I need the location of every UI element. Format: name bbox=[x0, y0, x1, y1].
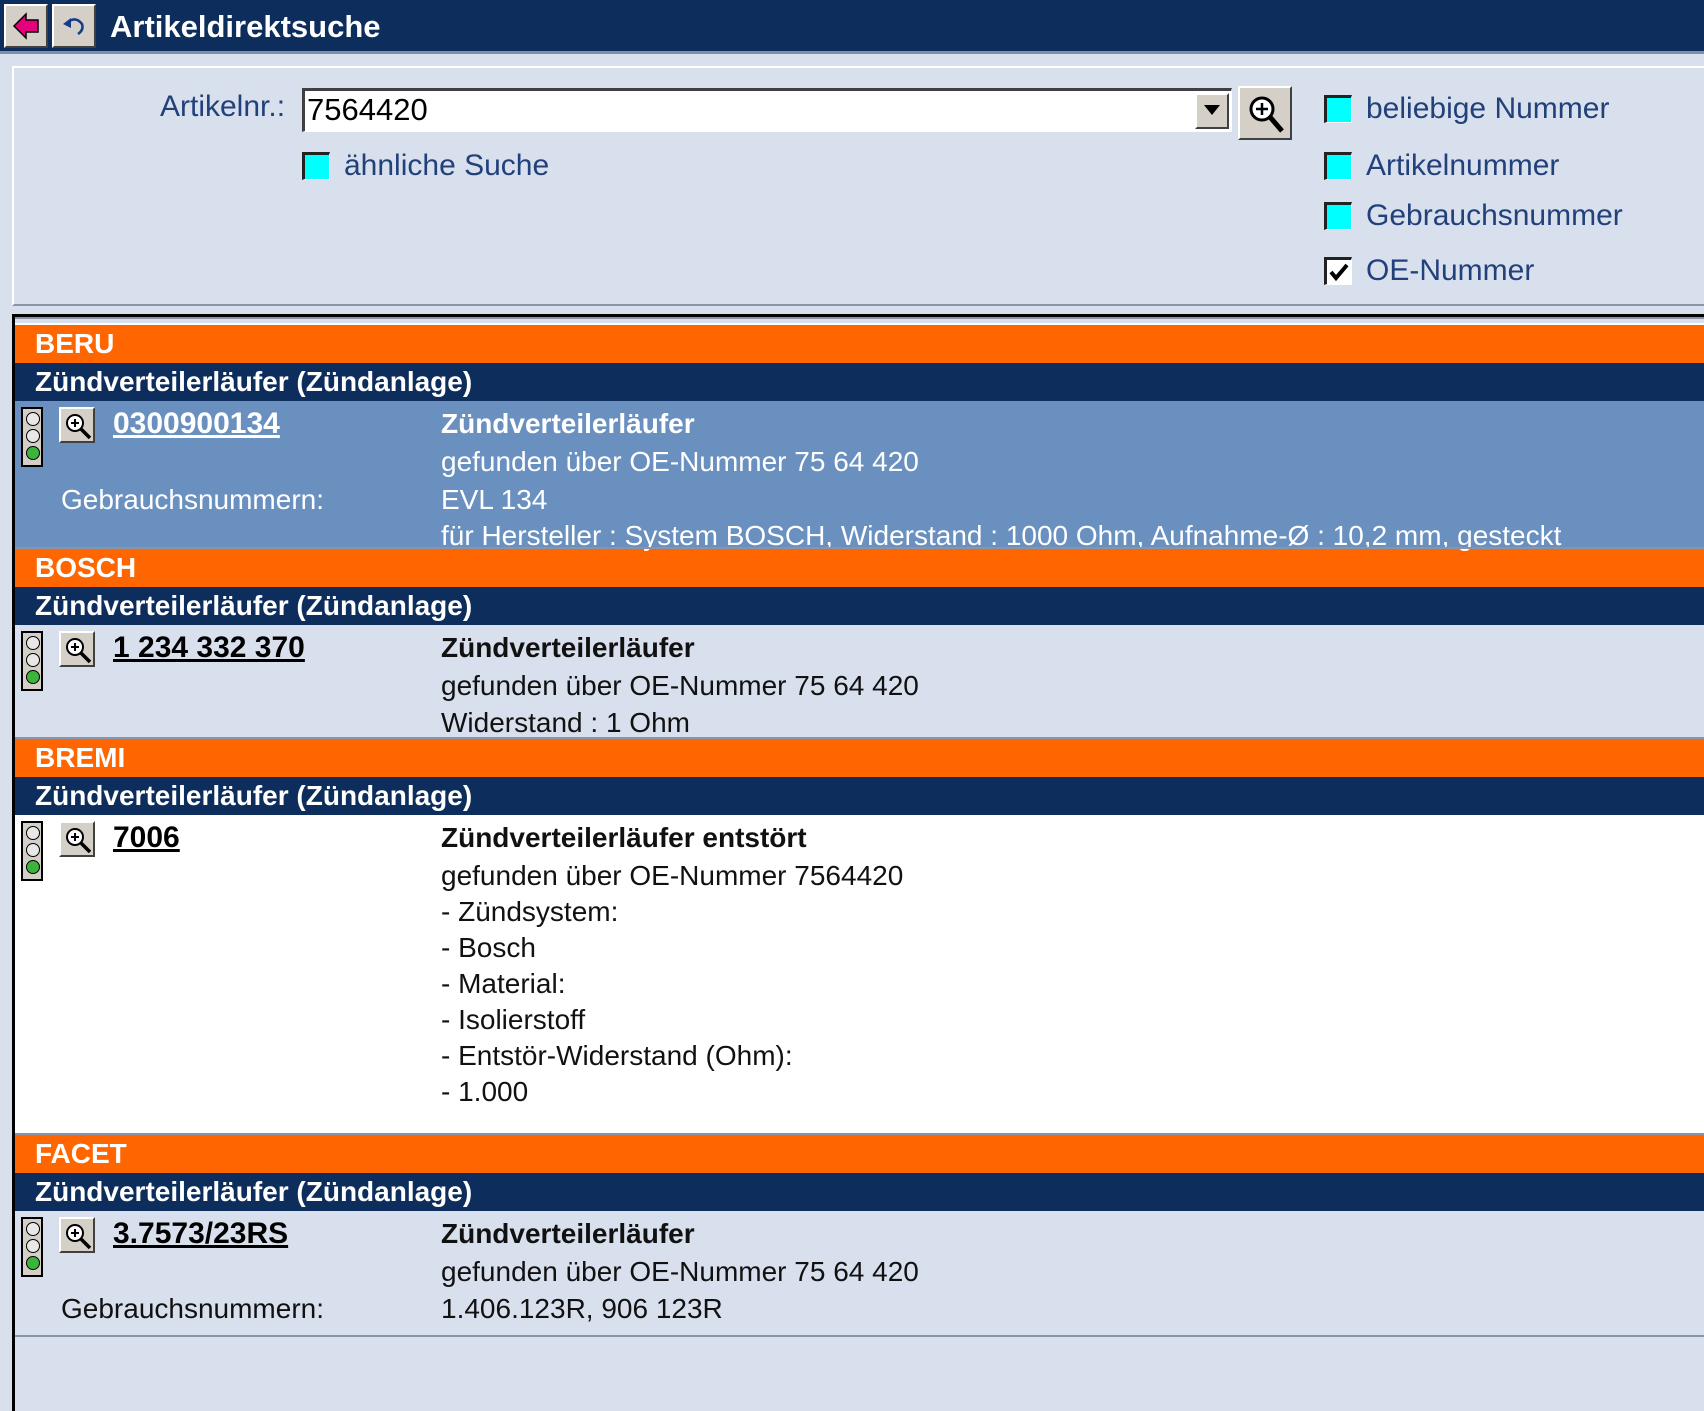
article-number-input[interactable] bbox=[307, 91, 1197, 129]
undo-icon bbox=[63, 18, 84, 36]
magnifier-icon bbox=[66, 828, 92, 854]
brand-header: BOSCH bbox=[15, 549, 1704, 587]
article-info-line: gefunden über OE-Nummer 75 64 420 bbox=[441, 446, 919, 477]
article-row[interactable]: 0300900134 Zündverteilerläufer gefunden … bbox=[15, 401, 1704, 551]
undo-button[interactable] bbox=[52, 4, 96, 48]
divider bbox=[15, 547, 1704, 549]
divider bbox=[15, 1133, 1704, 1135]
article-info-line: gefunden über OE-Nummer 75 64 420 bbox=[441, 670, 919, 701]
article-name: Zündverteilerläufer bbox=[441, 1218, 695, 1249]
magnifier-icon bbox=[66, 1224, 92, 1250]
article-name: Zündverteilerläufer bbox=[441, 408, 695, 439]
article-info-line: - Material: bbox=[441, 968, 566, 999]
article-number-field[interactable] bbox=[302, 88, 1232, 132]
availability-traffic-light-icon bbox=[21, 1217, 43, 1277]
back-arrow-icon bbox=[12, 12, 39, 40]
article-details-button[interactable] bbox=[59, 821, 95, 857]
chevron-down-icon bbox=[1204, 105, 1220, 115]
article-info-line: - 1.000 bbox=[441, 1076, 529, 1107]
article-info-line: - Zündsystem: bbox=[441, 896, 619, 927]
brand-header: BREMI bbox=[15, 739, 1704, 777]
article-number-label: Artikelnr.: bbox=[160, 90, 286, 123]
article-details-button[interactable] bbox=[59, 631, 95, 667]
similar-search-checkbox[interactable] bbox=[302, 152, 330, 180]
article-name: Zündverteilerläufer bbox=[441, 632, 695, 663]
usage-number-label: Gebrauchsnummer bbox=[1366, 199, 1623, 232]
product-group-header: Zündverteilerläufer (Zündanlage) bbox=[15, 587, 1704, 625]
magnifier-icon bbox=[66, 638, 92, 664]
article-details-button[interactable] bbox=[59, 1217, 95, 1253]
article-info-line: Widerstand : 1 Ohm bbox=[441, 707, 690, 738]
article-name: Zündverteilerläufer entstört bbox=[441, 822, 807, 853]
article-info-line: EVL 134 bbox=[441, 484, 548, 515]
product-group-header: Zündverteilerläufer (Zündanlage) bbox=[15, 363, 1704, 401]
article-number-option-label: Artikelnummer bbox=[1366, 149, 1560, 182]
divider bbox=[15, 317, 1704, 325]
divider bbox=[15, 737, 1704, 739]
availability-traffic-light-icon bbox=[21, 631, 43, 691]
product-group-header: Zündverteilerläufer (Zündanlage) bbox=[15, 777, 1704, 815]
product-group-header: Zündverteilerläufer (Zündanlage) bbox=[15, 1173, 1704, 1211]
checkmark-icon bbox=[1329, 263, 1349, 282]
article-row[interactable]: 3.7573/23RS Zündverteilerläufer gefunden… bbox=[15, 1211, 1704, 1337]
divider bbox=[15, 1335, 1704, 1337]
window-title: Artikeldirektsuche bbox=[110, 9, 381, 44]
similar-search-label: ähnliche Suche bbox=[344, 149, 550, 182]
article-number-link[interactable]: 7006 bbox=[113, 819, 180, 857]
article-row[interactable]: 1 234 332 370 Zündverteilerläufer gefund… bbox=[15, 625, 1704, 739]
availability-traffic-light-icon bbox=[21, 407, 43, 467]
article-info-line: gefunden über OE-Nummer 75 64 420 bbox=[441, 1256, 919, 1287]
article-number-link[interactable]: 0300900134 bbox=[113, 405, 280, 443]
history-dropdown-button[interactable] bbox=[1195, 93, 1229, 129]
any-number-label: beliebige Nummer bbox=[1366, 92, 1610, 125]
article-row[interactable]: 7006 Zündverteilerläufer entstört gefund… bbox=[15, 815, 1704, 1135]
brand-header: FACET bbox=[15, 1135, 1704, 1173]
article-number-link[interactable]: 1 234 332 370 bbox=[113, 629, 305, 667]
article-info-line: 1.406.123R, 906 123R bbox=[441, 1293, 723, 1324]
oe-number-label: OE-Nummer bbox=[1366, 254, 1535, 287]
usage-numbers-label: Gebrauchsnummern: bbox=[61, 1293, 325, 1324]
article-number-checkbox[interactable] bbox=[1324, 152, 1352, 180]
availability-traffic-light-icon bbox=[21, 821, 43, 881]
back-button[interactable] bbox=[4, 4, 48, 48]
any-number-checkbox[interactable] bbox=[1324, 95, 1352, 123]
oe-number-checkbox[interactable] bbox=[1324, 257, 1352, 285]
article-details-button[interactable] bbox=[59, 407, 95, 443]
article-number-link[interactable]: 3.7573/23RS bbox=[113, 1215, 288, 1253]
title-bar: Artikeldirektsuche bbox=[0, 0, 1704, 54]
magnifier-icon bbox=[1249, 96, 1284, 133]
usage-numbers-label: Gebrauchsnummern: bbox=[61, 484, 325, 515]
results-list[interactable]: BERU Zündverteilerläufer (Zündanlage) 03… bbox=[12, 314, 1704, 1411]
brand-header: BERU bbox=[15, 325, 1704, 363]
article-info-line: - Isolierstoff bbox=[441, 1004, 586, 1035]
magnifier-icon bbox=[66, 414, 92, 440]
article-info-line: gefunden über OE-Nummer 7564420 bbox=[441, 860, 904, 891]
usage-number-checkbox[interactable] bbox=[1324, 202, 1352, 230]
search-button[interactable] bbox=[1238, 86, 1292, 140]
article-info-line: - Bosch bbox=[441, 932, 536, 963]
article-info-line: - Entstör-Widerstand (Ohm): bbox=[441, 1040, 793, 1071]
